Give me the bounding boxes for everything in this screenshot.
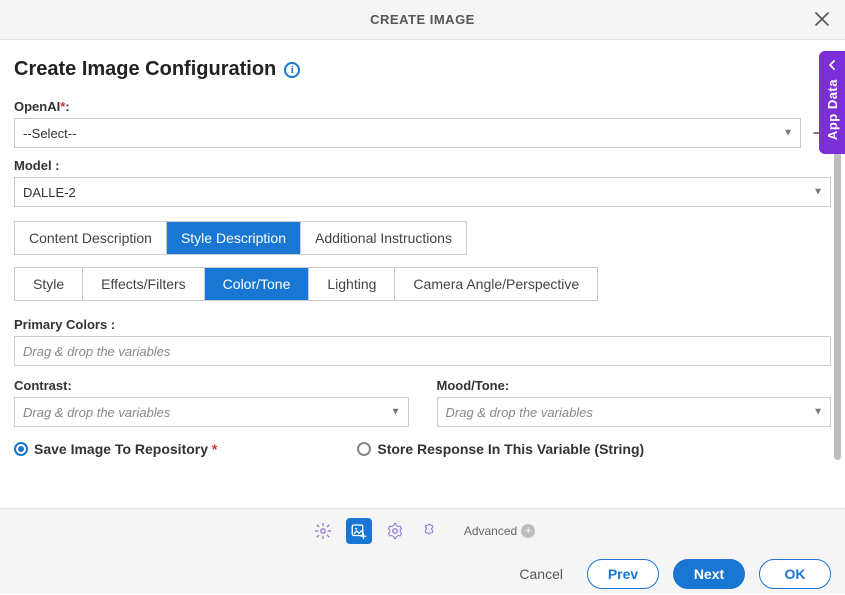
- info-icon[interactable]: i: [284, 62, 300, 78]
- advanced-toggle[interactable]: Advanced +: [464, 524, 535, 538]
- cancel-button[interactable]: Cancel: [509, 558, 573, 590]
- chevron-left-icon: [827, 59, 837, 73]
- radio-icon: [14, 442, 28, 456]
- openai-select-wrap: ▼: [14, 118, 801, 148]
- primary-colors-label: Primary Colors :: [14, 317, 831, 332]
- main-tabs: Content Description Style Description Ad…: [14, 221, 467, 255]
- toolbar: Advanced +: [0, 509, 845, 553]
- image-add-icon[interactable]: [346, 518, 372, 544]
- radio-save-repo[interactable]: Save Image To Repository *: [14, 441, 217, 457]
- radio-icon: [357, 442, 371, 456]
- page-heading-row: Create Image Configuration i: [14, 58, 831, 81]
- subtab-lighting[interactable]: Lighting: [309, 268, 395, 300]
- field-contrast: Contrast: ▼: [14, 378, 409, 427]
- field-model: Model : ▼: [14, 158, 831, 207]
- puzzle-icon[interactable]: [418, 518, 444, 544]
- tab-style-description[interactable]: Style Description: [167, 222, 301, 254]
- dialog-header: CREATE IMAGE: [0, 0, 845, 40]
- advanced-label: Advanced: [464, 524, 517, 538]
- prev-button[interactable]: Prev: [587, 559, 659, 589]
- primary-colors-input[interactable]: [14, 336, 831, 366]
- field-primary-colors: Primary Colors :: [14, 317, 831, 366]
- tab-content-description[interactable]: Content Description: [15, 222, 167, 254]
- model-select[interactable]: [14, 177, 831, 207]
- page-title: Create Image Configuration: [14, 58, 276, 81]
- subtab-camera-angle[interactable]: Camera Angle/Perspective: [395, 268, 597, 300]
- next-button[interactable]: Next: [673, 559, 745, 589]
- plus-circle-icon: +: [521, 524, 535, 538]
- settings-icon[interactable]: [310, 518, 336, 544]
- field-mood: Mood/Tone: ▼: [437, 378, 832, 427]
- dialog-title: CREATE IMAGE: [370, 12, 475, 27]
- subtab-color-tone[interactable]: Color/Tone: [205, 268, 310, 300]
- tab-additional-instructions[interactable]: Additional Instructions: [301, 222, 466, 254]
- openai-select[interactable]: [14, 118, 801, 148]
- radio-store-variable-label: Store Response In This Variable (String): [377, 441, 644, 457]
- side-panel-label: App Data: [825, 79, 840, 140]
- radio-store-variable[interactable]: Store Response In This Variable (String): [357, 441, 644, 457]
- gear-alt-icon[interactable]: [382, 518, 408, 544]
- button-row: Cancel Prev Next OK: [0, 553, 845, 595]
- subtab-style[interactable]: Style: [15, 268, 83, 300]
- side-panel-toggle[interactable]: App Data: [819, 51, 845, 154]
- model-label: Model :: [14, 158, 831, 173]
- model-select-wrap: ▼: [14, 177, 831, 207]
- ok-button[interactable]: OK: [759, 559, 831, 589]
- contrast-mood-row: Contrast: ▼ Mood/Tone: ▼: [14, 378, 831, 427]
- radio-save-repo-label: Save Image To Repository *: [34, 441, 217, 457]
- content: Create Image Configuration i OpenAI*: ▼ …: [0, 40, 845, 508]
- mood-input[interactable]: [437, 397, 832, 427]
- close-icon[interactable]: [811, 8, 833, 30]
- output-radio-row: Save Image To Repository * Store Respons…: [14, 441, 831, 457]
- subtab-effects-filters[interactable]: Effects/Filters: [83, 268, 205, 300]
- contrast-label: Contrast:: [14, 378, 409, 393]
- mood-label: Mood/Tone:: [437, 378, 832, 393]
- field-openai: OpenAI*: ▼: [14, 99, 831, 148]
- dialog-footer: Advanced + Cancel Prev Next OK: [0, 508, 845, 594]
- contrast-input[interactable]: [14, 397, 409, 427]
- dialog-body: Create Image Configuration i OpenAI*: ▼ …: [0, 40, 845, 508]
- openai-label: OpenAI*:: [14, 99, 831, 114]
- sub-tabs: Style Effects/Filters Color/Tone Lightin…: [14, 267, 598, 301]
